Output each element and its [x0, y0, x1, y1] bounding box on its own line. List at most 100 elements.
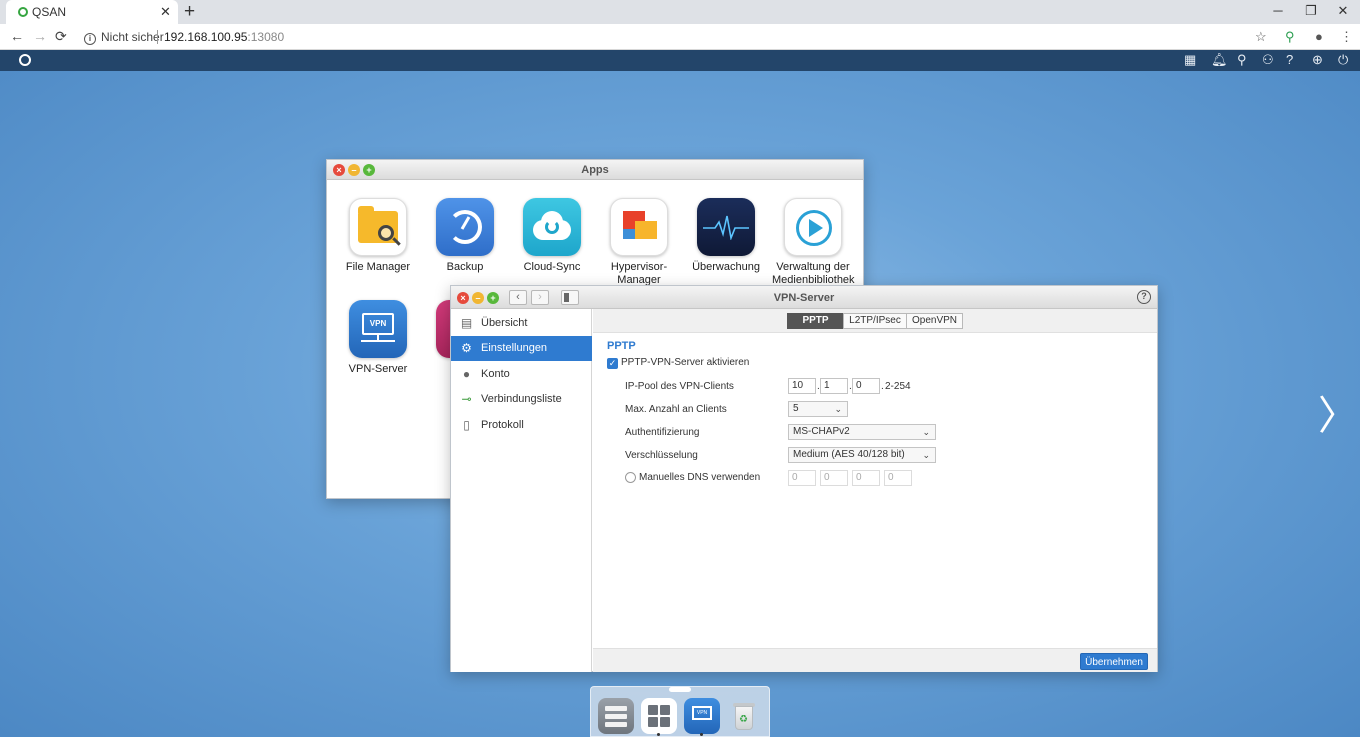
sidebar-item-label: Verbindungsliste	[481, 393, 562, 405]
app-cloud-sync[interactable]: Cloud-Sync	[512, 198, 592, 274]
apply-button[interactable]: Übernehmen	[1080, 653, 1148, 670]
browser-tab-strip: QSAN ✕ + ─ ❐ ✕	[0, 0, 1360, 24]
chevron-down-icon: ⌄	[922, 427, 930, 437]
language-globe-icon[interactable]: ⊕	[1312, 52, 1323, 68]
sidebar-item-log[interactable]: ▯ Protokoll	[451, 413, 592, 438]
dashboard-grid-icon[interactable]: ▦	[1184, 52, 1196, 68]
address-bar: ← → ⟳ i Nicht sicher 192.168.100.95:13080…	[0, 24, 1360, 50]
monitoring-icon	[697, 198, 755, 256]
sidebar-item-connection-list[interactable]: ⊸ Verbindungsliste	[451, 387, 592, 412]
ip-pool-octet-3[interactable]: 0	[852, 378, 880, 394]
max-clients-select[interactable]: 5 ⌄	[788, 401, 848, 417]
notification-bell-icon[interactable]: 🔔︎	[1211, 52, 1228, 68]
running-indicator	[657, 733, 660, 736]
app-monitoring[interactable]: Überwachung	[686, 198, 766, 274]
restore-window-button[interactable]: ❐	[1296, 3, 1326, 19]
max-clients-value: 5	[793, 403, 799, 414]
app-backup[interactable]: Backup	[425, 198, 505, 274]
settings-icon: ⚙	[461, 341, 472, 355]
auth-value: MS-CHAPv2	[793, 426, 850, 437]
enable-pptp-label: PPTP-VPN-Server aktivieren	[621, 357, 750, 368]
vpn-settings-panel: PPTP L2TP/IPsec OpenVPN PPTP ✓ PPTP-VPN-…	[593, 309, 1157, 672]
app-label: Verwaltung der Medienbibliothek	[772, 261, 855, 286]
menu-kebab-icon[interactable]: ⋮	[1340, 29, 1353, 45]
new-tab-button[interactable]: +	[184, 1, 195, 23]
vpn-sidebar: ▤ Übersicht ⚙ Einstellungen ● Konto ⊸ Ve…	[451, 309, 592, 672]
search-icon[interactable]: ⚲	[1237, 52, 1247, 68]
minimize-window-button[interactable]: ─	[1263, 3, 1293, 18]
running-indicator	[700, 733, 703, 736]
dns-octet-2[interactable]: 0	[820, 470, 848, 486]
vpn-server-icon[interactable]: VPN	[684, 698, 720, 734]
extension-key-icon[interactable]: ⚲	[1285, 29, 1295, 45]
recycle-bin-icon[interactable]: ♻	[726, 698, 762, 734]
vpn-server-icon: VPN	[349, 300, 407, 358]
dock-handle[interactable]	[669, 687, 691, 692]
apps-window-titlebar[interactable]: × – + Apps	[327, 160, 863, 180]
log-icon: ▯	[463, 418, 470, 432]
dns-octet-1[interactable]: 0	[788, 470, 816, 486]
app-label: File Manager	[345, 261, 411, 273]
ip-pool-label: IP-Pool des VPN-Clients	[625, 381, 734, 392]
account-icon: ●	[462, 367, 471, 381]
tab-title: QSAN	[32, 5, 67, 19]
dns-octet-3[interactable]: 0	[852, 470, 880, 486]
url-port: :13080	[247, 30, 285, 44]
bookmark-star-icon[interactable]: ☆	[1255, 29, 1267, 45]
manual-dns-checkbox[interactable]	[625, 472, 636, 483]
app-file-manager[interactable]: File Manager	[338, 198, 418, 274]
dns-octet-4[interactable]: 0	[884, 470, 912, 486]
tab-close-icon[interactable]: ✕	[160, 4, 171, 20]
file-manager-icon	[349, 198, 407, 256]
encryption-select[interactable]: Medium (AES 40/128 bit) ⌄	[788, 447, 936, 463]
user-icon[interactable]: ⚇	[1262, 52, 1274, 68]
url-host: 192.168.100.95	[164, 30, 248, 44]
vpn-window-titlebar[interactable]: × – + ‹ › VPN-Server ?	[451, 286, 1157, 309]
qsan-logo-icon[interactable]	[19, 54, 31, 66]
apps-icon[interactable]	[641, 698, 677, 734]
sidebar-item-label: Protokoll	[481, 419, 524, 431]
browser-tab[interactable]: QSAN ✕	[6, 0, 178, 24]
back-icon[interactable]: ←	[10, 28, 24, 44]
ip-dot: .	[881, 381, 884, 392]
auth-select[interactable]: MS-CHAPv2 ⌄	[788, 424, 936, 440]
tab-pptp[interactable]: PPTP	[787, 313, 844, 329]
profile-icon[interactable]: ●	[1315, 29, 1323, 44]
help-icon[interactable]: ?	[1286, 52, 1293, 67]
app-media-library[interactable]: Verwaltung der Medienbibliothek	[772, 198, 855, 287]
ip-pool-octet-1[interactable]: 10	[788, 378, 816, 394]
sidebar-item-label: Einstellungen	[481, 342, 548, 354]
reload-icon[interactable]: ⟳	[55, 28, 67, 45]
sidebar-item-overview[interactable]: ▤ Übersicht	[451, 311, 592, 336]
sidebar-item-account[interactable]: ● Konto	[451, 362, 592, 387]
url-field[interactable]: 192.168.100.95:13080	[164, 30, 284, 44]
sidebar-item-label: Übersicht	[481, 317, 528, 329]
encryption-value: Medium (AES 40/128 bit)	[793, 449, 905, 460]
tab-l2tp-ipsec[interactable]: L2TP/IPsec	[843, 313, 907, 329]
forward-icon[interactable]: →	[33, 28, 47, 44]
protocol-tabs: PPTP L2TP/IPsec OpenVPN	[593, 309, 1157, 333]
tab-openvpn[interactable]: OpenVPN	[906, 313, 963, 329]
app-label: Cloud-Sync	[523, 261, 581, 273]
server-manager-icon[interactable]	[598, 698, 634, 734]
address-separator	[157, 30, 158, 44]
ip-pool-octet-2[interactable]: 1	[820, 378, 848, 394]
help-circle-icon[interactable]: ?	[1137, 290, 1151, 304]
vpn-window-title: VPN-Server	[773, 292, 835, 304]
power-options-icon[interactable]: ⏻	[1338, 52, 1348, 68]
enable-pptp-checkbox[interactable]: ✓	[607, 358, 618, 369]
manual-dns-label: Manuelles DNS verwenden	[639, 472, 761, 483]
media-library-icon	[784, 198, 842, 256]
security-indicator[interactable]: i Nicht sicher	[84, 30, 164, 45]
app-label: Hypervisor-Manager	[610, 261, 668, 286]
next-page-arrow-icon[interactable]: 〉	[1318, 383, 1358, 441]
app-vpn-server[interactable]: VPN VPN-Server	[338, 300, 418, 376]
vpn-server-window: × – + ‹ › VPN-Server ? ▤ Übersicht ⚙ Ein…	[450, 285, 1158, 672]
app-label: VPN-Server	[348, 363, 408, 375]
auth-label: Authentifizierung	[625, 427, 700, 438]
app-hypervisor-manager[interactable]: Hypervisor-Manager	[599, 198, 679, 287]
chevron-down-icon: ⌄	[834, 404, 842, 414]
sidebar-item-settings[interactable]: ⚙ Einstellungen	[451, 336, 592, 361]
sidebar-item-label: Konto	[481, 368, 510, 380]
close-window-button[interactable]: ✕	[1328, 3, 1358, 19]
